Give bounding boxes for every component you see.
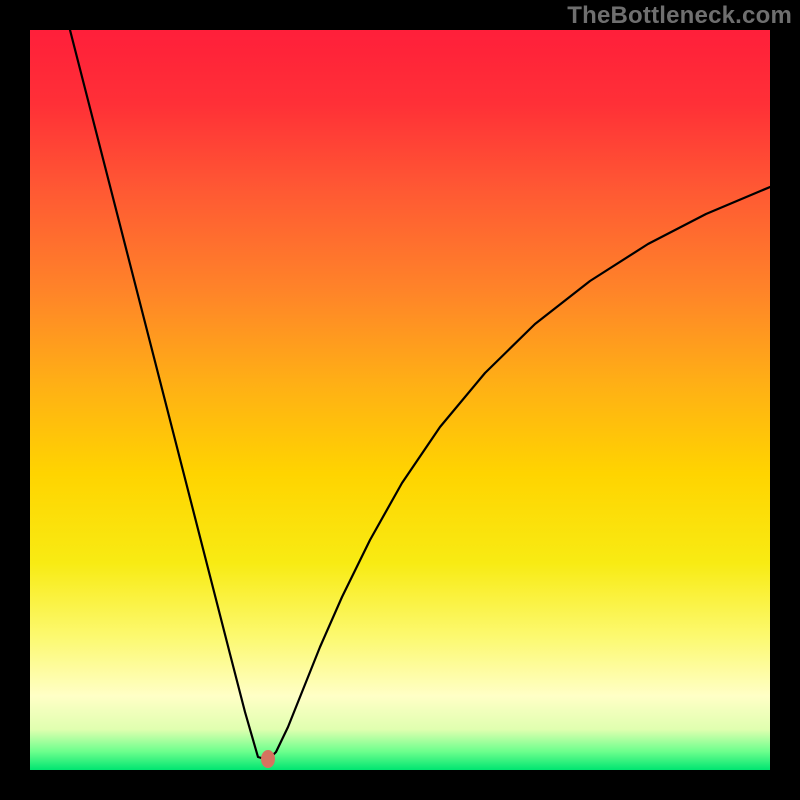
watermark-text: TheBottleneck.com — [567, 2, 792, 30]
plot-svg — [30, 30, 770, 770]
gradient-background — [30, 30, 770, 770]
plot-area — [30, 30, 770, 770]
minimum-marker — [261, 750, 275, 768]
chart-frame: TheBottleneck.com — [0, 0, 800, 800]
